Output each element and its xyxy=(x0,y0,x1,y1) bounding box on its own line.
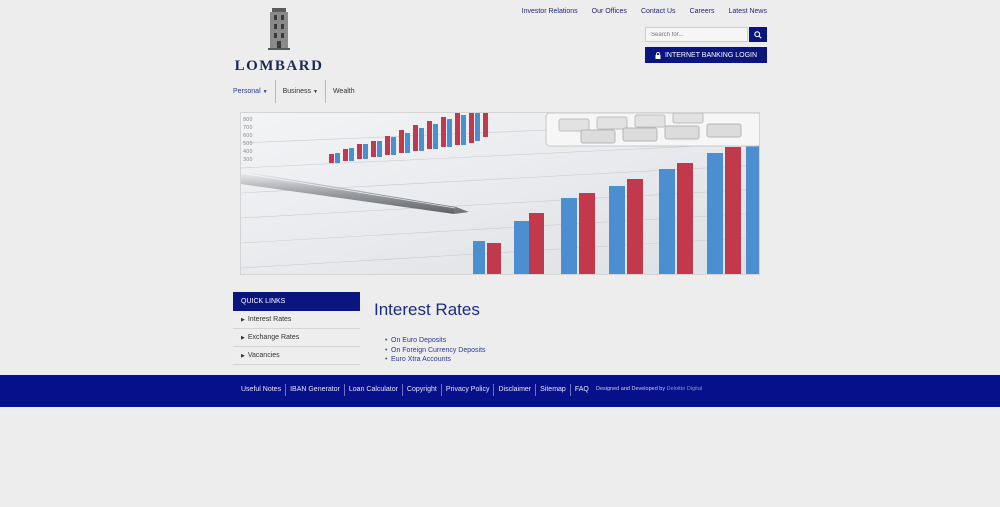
footer-link-loan-calculator[interactable]: Loan Calculator xyxy=(343,384,402,396)
footer-credit: Designed and Developed by Deloitte Digit… xyxy=(596,386,702,392)
lombard-logo[interactable]: LOMBARD xyxy=(233,6,325,75)
lock-icon xyxy=(655,51,661,59)
quick-link-vacancies[interactable]: ▶ Vacancies xyxy=(233,347,360,365)
svg-text:500: 500 xyxy=(243,141,253,147)
quick-links-title: QUICK LINKS xyxy=(233,292,360,311)
brand-name: LOMBARD xyxy=(234,58,324,74)
nav-wealth-label: Wealth xyxy=(332,88,355,95)
svg-text:700: 700 xyxy=(243,125,253,131)
nav-business[interactable]: Business ▼ xyxy=(276,80,326,103)
top-link-latest-news[interactable]: Latest News xyxy=(728,8,767,15)
search-input[interactable] xyxy=(645,27,748,42)
interest-rate-links: On Euro Deposits On Foreign Currency Dep… xyxy=(374,336,486,365)
quick-link-label: Exchange Rates xyxy=(247,334,300,341)
main-nav: Personal ▼ Business ▼ Wealth xyxy=(233,80,362,103)
link-euro-xtra-accounts[interactable]: Euro Xtra Accounts xyxy=(374,355,486,365)
footer-links: Useful Notes IBAN Generator Loan Calcula… xyxy=(237,384,593,396)
page: LOMBARD Investor Relations Our Offices C… xyxy=(0,0,1000,507)
footer-link-sitemap[interactable]: Sitemap xyxy=(535,384,570,396)
top-link-contact-us[interactable]: Contact Us xyxy=(641,8,676,15)
hero-banner-image: 800 700 600 500 400 300 xyxy=(240,112,760,275)
nav-personal-label: Personal xyxy=(233,88,261,95)
footer-link-faq[interactable]: FAQ xyxy=(569,384,593,396)
link-foreign-currency-deposits[interactable]: On Foreign Currency Deposits xyxy=(374,346,486,356)
top-link-careers[interactable]: Careers xyxy=(690,8,715,15)
caret-down-icon: ▼ xyxy=(313,88,318,95)
footer-link-copyright[interactable]: Copyright xyxy=(401,384,441,396)
footer-link-disclaimer[interactable]: Disclaimer xyxy=(493,384,535,396)
caret-right-icon: ▶ xyxy=(241,334,245,341)
svg-text:300: 300 xyxy=(243,157,253,163)
nav-business-label: Business xyxy=(282,88,311,95)
search-bar xyxy=(645,27,767,42)
caret-right-icon: ▶ xyxy=(241,352,245,359)
top-link-investor-relations[interactable]: Investor Relations xyxy=(522,8,578,15)
footer: Useful Notes IBAN Generator Loan Calcula… xyxy=(0,375,1000,407)
credit-prefix: Designed and Developed by xyxy=(596,386,666,392)
svg-text:600: 600 xyxy=(243,133,253,139)
svg-text:400: 400 xyxy=(243,149,253,155)
top-links: Investor Relations Our Offices Contact U… xyxy=(522,8,767,15)
footer-link-privacy-policy[interactable]: Privacy Policy xyxy=(440,384,494,396)
main-content: Interest Rates On Euro Deposits On Forei… xyxy=(374,300,486,365)
search-button[interactable] xyxy=(749,27,767,42)
credit-link[interactable]: Deloitte Digital xyxy=(667,386,702,392)
page-title: Interest Rates xyxy=(374,300,480,319)
login-label: INTERNET BANKING LOGIN xyxy=(664,51,758,59)
caret-down-icon: ▼ xyxy=(262,88,268,95)
quick-link-label: Interest Rates xyxy=(247,316,292,323)
quick-link-exchange-rates[interactable]: ▶ Exchange Rates xyxy=(233,329,360,347)
search-icon xyxy=(754,30,762,39)
internet-banking-login-button[interactable]: INTERNET BANKING LOGIN xyxy=(645,47,767,63)
nav-wealth[interactable]: Wealth xyxy=(326,80,362,103)
footer-link-iban-generator[interactable]: IBAN Generator xyxy=(285,384,344,396)
caret-right-icon: ▶ xyxy=(241,316,245,323)
quick-link-interest-rates[interactable]: ▶ Interest Rates xyxy=(233,311,360,329)
quick-link-label: Vacancies xyxy=(247,352,280,359)
svg-text:800: 800 xyxy=(243,117,253,123)
finance-chart-photo: 800 700 600 500 400 300 xyxy=(241,113,759,274)
footer-link-useful-notes[interactable]: Useful Notes xyxy=(237,384,285,396)
quick-links-panel: QUICK LINKS ▶ Interest Rates ▶ Exchange … xyxy=(233,292,360,365)
nav-personal[interactable]: Personal ▼ xyxy=(233,80,276,103)
top-link-our-offices[interactable]: Our Offices xyxy=(592,8,627,15)
tower-icon xyxy=(268,8,290,50)
link-euro-deposits[interactable]: On Euro Deposits xyxy=(374,336,486,346)
